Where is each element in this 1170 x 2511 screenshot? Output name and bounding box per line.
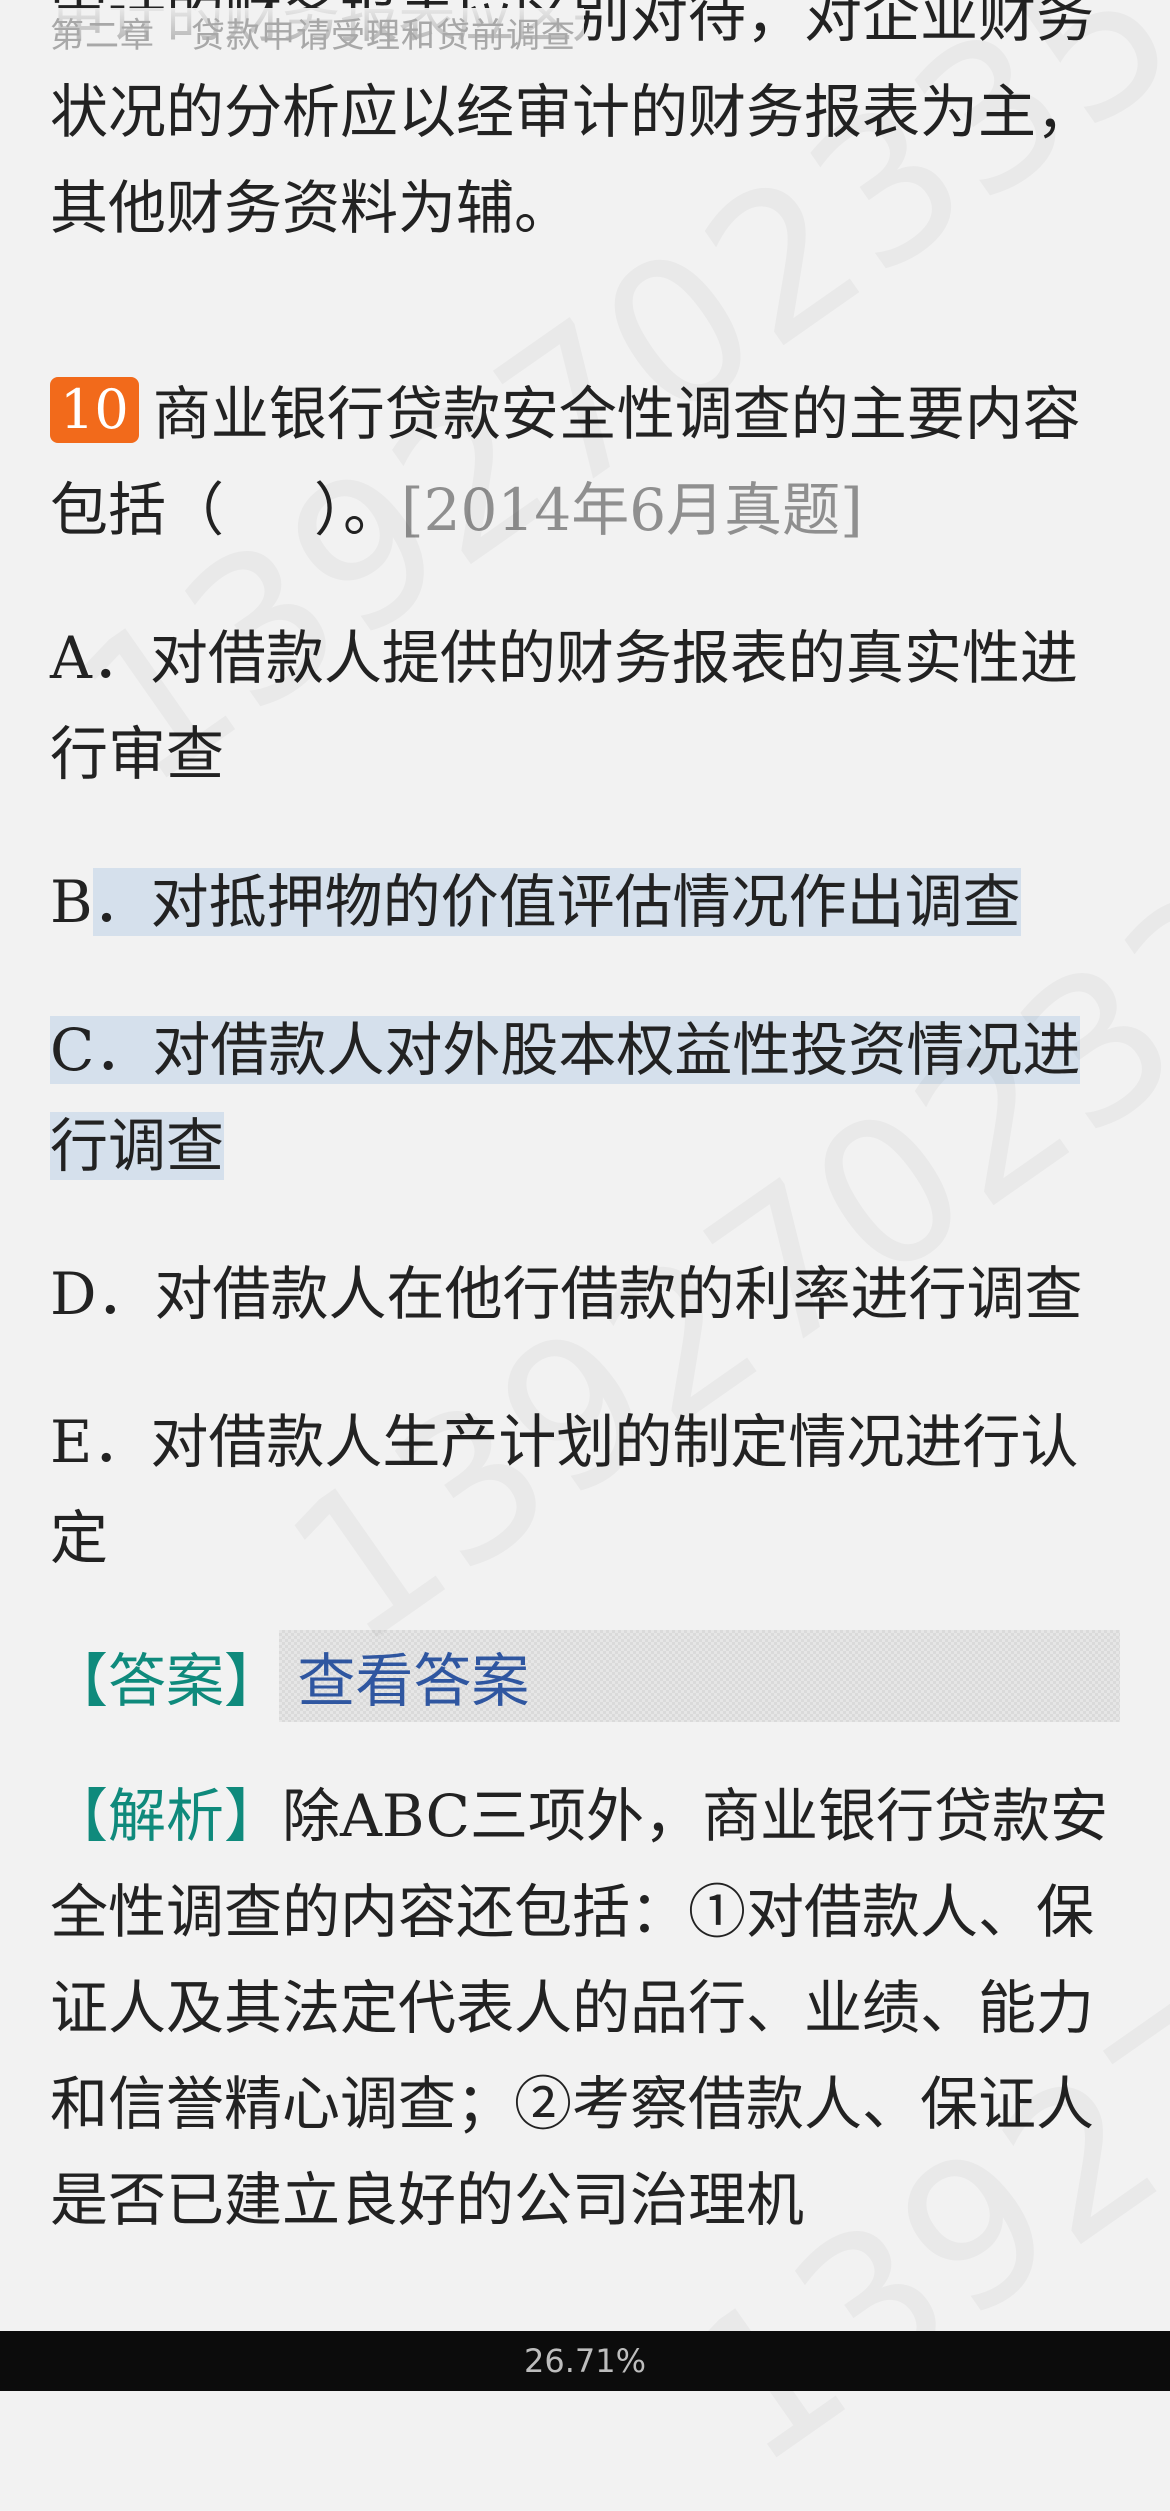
option-letter: A: [50, 624, 92, 692]
option-letter: B: [50, 868, 93, 936]
option-d[interactable]: D．对借款人在他行借款的利率进行调查: [50, 1246, 1120, 1342]
answer-label: 【答案】: [50, 1647, 283, 1715]
option-text: 对借款人生产计划的制定情况进行认定: [50, 1408, 1079, 1572]
option-letter: E: [50, 1408, 93, 1476]
reader-content: 审计的财务报表应区别对待，对企业财务状况的分析应以经审计的财务报表为主，其他财务…: [50, 0, 1120, 2248]
chapter-title: 贷款申请受理和贷前调查: [191, 16, 576, 56]
option-text: 对借款人对外股本权益性投资情况进行调查: [50, 1016, 1081, 1180]
chapter-header: 第二章 贷款申请受理和贷前调查: [50, 8, 584, 57]
analysis-label: 【解析】: [50, 1782, 283, 1850]
chapter-number: 第二章: [50, 16, 155, 56]
option-b[interactable]: B．对抵押物的价值评估情况作出调查: [50, 854, 1120, 950]
question-source: [2014年6月真题]: [401, 476, 863, 544]
question-number-badge: 10: [50, 377, 139, 443]
option-letter: C: [50, 1016, 95, 1084]
view-answer-label: 查看答案: [297, 1647, 530, 1715]
option-text: 对借款人在他行借款的利率进行调查: [154, 1260, 1083, 1328]
question-stem: 10 商业银行贷款安全性调查的主要内容包括（ ）。[2014年6月真题]: [50, 366, 1120, 558]
view-answer-button[interactable]: 查看答案: [279, 1630, 1120, 1722]
option-text: 对借款人提供的财务报表的真实性进行审查: [50, 624, 1078, 788]
analysis-paragraph: 【解析】除ABC三项外，商业银行贷款安全性调查的内容还包括：①对借款人、保证人及…: [50, 1768, 1120, 2248]
question-close: ）。: [314, 476, 402, 544]
option-letter: D: [50, 1260, 97, 1328]
option-text: 对抵押物的价值评估情况作出调查: [150, 868, 1021, 936]
option-a[interactable]: A．对借款人提供的财务报表的真实性进行审查: [50, 610, 1120, 802]
option-e[interactable]: E．对借款人生产计划的制定情况进行认定: [50, 1394, 1120, 1586]
answer-row: 【答案】 查看答案: [50, 1628, 1120, 1724]
option-c[interactable]: C．对借款人对外股本权益性投资情况进行调查: [50, 1002, 1120, 1194]
reading-progress-bar: 26.71%: [0, 2331, 1170, 2391]
reading-progress: 26.71%: [523, 2342, 646, 2380]
